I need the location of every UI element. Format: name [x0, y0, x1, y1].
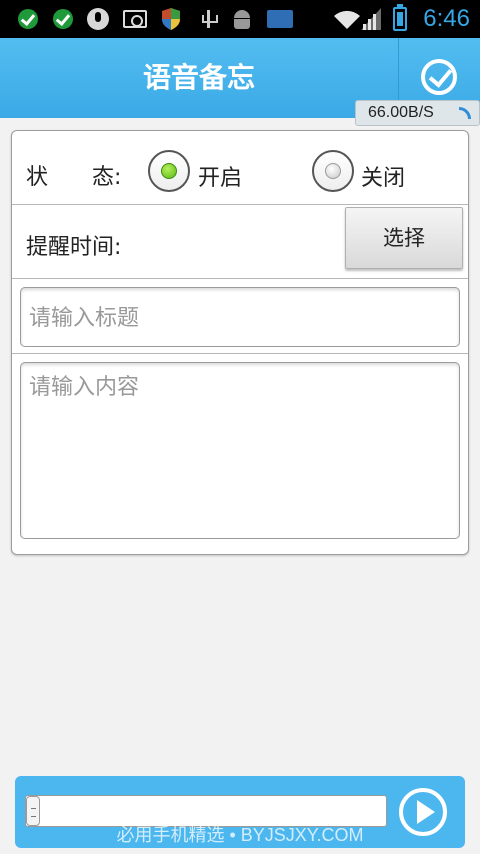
battery-icon [393, 4, 407, 31]
title-input[interactable]: 请输入标题 [20, 287, 460, 347]
radio-off-label[interactable]: 关闭 [361, 160, 405, 192]
mic-icon [87, 8, 109, 30]
watermark: 必用手机精选 • BYJSJXY.COM [116, 825, 364, 845]
android-icon [231, 8, 253, 30]
row-divider [12, 353, 468, 354]
wifi-icon [333, 8, 361, 30]
page-title: 语音备忘 [142, 61, 255, 94]
radio-off[interactable] [312, 150, 354, 192]
radio-on[interactable] [148, 150, 190, 192]
row-divider [12, 204, 468, 205]
network-speed-badge: 66.00B/S [355, 100, 480, 126]
shield-icon [161, 7, 181, 31]
radio-unselected-dot [325, 163, 341, 179]
radio-on-label[interactable]: 开启 [198, 160, 242, 192]
check-icon [53, 9, 73, 29]
clock: 6:46 [423, 5, 470, 32]
camera-icon [123, 10, 147, 28]
keyboard-icon [267, 10, 293, 28]
check-circle-icon [421, 59, 457, 95]
signal-icon [361, 8, 381, 30]
memo-form: 状 态: 开启 关闭 提醒时间: 选择 请输入标题 请输入内容 [11, 130, 469, 555]
network-speed-text: 66.00B/S [368, 104, 434, 121]
select-time-button[interactable]: 选择 [345, 207, 463, 269]
status-bar: 6:46 [0, 0, 480, 38]
status-label: 状 态: [26, 165, 122, 190]
check-icon [18, 9, 38, 29]
reminder-time-label: 提醒时间: [26, 235, 122, 260]
rss-icon [459, 107, 471, 119]
radio-selected-dot [161, 163, 177, 179]
row-divider [12, 278, 468, 279]
usb-icon [199, 8, 218, 30]
content-textarea[interactable]: 请输入内容 [20, 362, 460, 539]
